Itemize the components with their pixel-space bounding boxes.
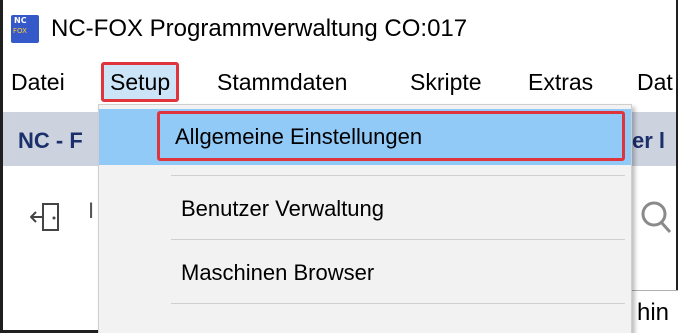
menu-item-label: Allgemeine Einstellungen [175, 124, 423, 149]
menu-item-label: Maschinen Browser [181, 260, 375, 285]
menu-datei[interactable]: Datei [11, 62, 65, 102]
menu-separator [171, 303, 625, 304]
app-header-text: NC - F [18, 128, 83, 153]
window-title: NC-FOX Programmverwaltung CO:017 [51, 15, 468, 42]
machine-field[interactable]: hin [630, 290, 678, 333]
app-icon-label-bottom: FOX [13, 27, 27, 35]
menu-skripte[interactable]: Skripte [410, 62, 482, 102]
exit-door-icon[interactable] [30, 200, 64, 234]
machine-field-text: hin [637, 299, 670, 326]
menu-item-benutzer-verwaltung[interactable]: Benutzer Verwaltung [99, 181, 631, 237]
menu-item-maschinen-browser[interactable]: Maschinen Browser [99, 245, 631, 301]
search-icon[interactable] [634, 196, 674, 236]
setup-dropdown-menu: Allgemeine Einstellungen Benutzer Verwal… [98, 104, 632, 333]
nc-fox-app-icon: NC FOX [11, 15, 39, 43]
title-bar: NC FOX NC-FOX Programmverwaltung CO:017 [3, 0, 676, 58]
menu-stammdaten[interactable]: Stammdaten [217, 62, 347, 102]
menu-dat[interactable]: Dat [637, 62, 673, 102]
app-icon-label-top: NC [14, 16, 27, 25]
menu-item-allgemeine-einstellungen[interactable]: Allgemeine Einstellungen [99, 109, 631, 165]
toolbar-label-fragment: I [88, 198, 95, 223]
menu-separator [171, 239, 625, 240]
menu-extras[interactable]: Extras [528, 62, 593, 102]
menu-setup[interactable]: Setup [101, 62, 180, 102]
menu-separator [171, 175, 625, 176]
menu-item-label: Benutzer Verwaltung [181, 196, 385, 221]
menu-bar: Datei Setup Stammdaten Skripte Extras Da… [3, 62, 676, 102]
app-header-text-right: er l [632, 128, 666, 153]
